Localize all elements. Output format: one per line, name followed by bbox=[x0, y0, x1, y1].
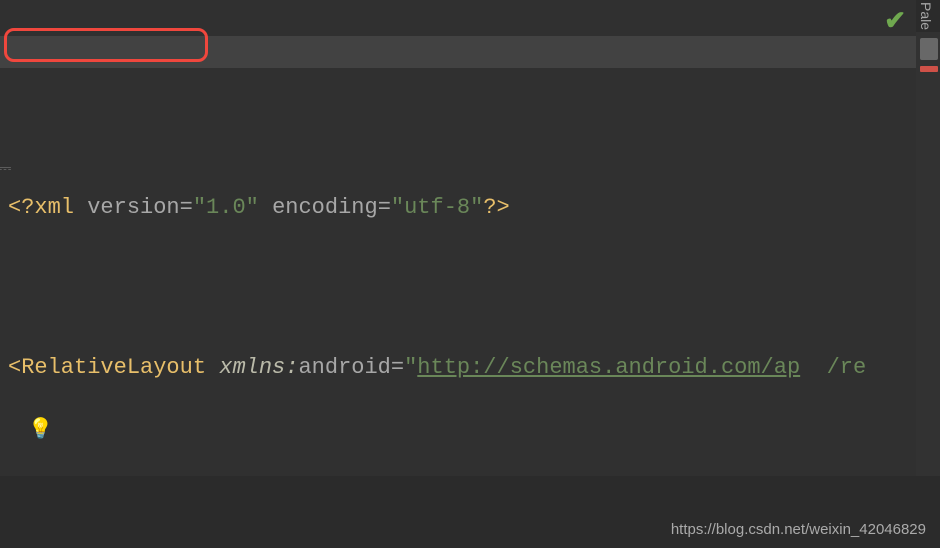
gutter-tag-icon: ⎓ bbox=[0, 160, 12, 178]
caret-line-highlight bbox=[0, 36, 916, 68]
attr-encoding: encoding bbox=[272, 195, 378, 220]
editor-right-rail[interactable] bbox=[916, 32, 940, 548]
attr-version: version bbox=[87, 195, 179, 220]
lightbulb-icon[interactable]: 💡 bbox=[28, 416, 53, 442]
checkmark-icon[interactable]: ✔ bbox=[884, 6, 906, 37]
attr-xmlns: xmlns bbox=[219, 355, 285, 380]
code-editor[interactable]: <?xml version="1.0" encoding="utf-8"?> <… bbox=[0, 0, 916, 548]
tag-relative-layout: RelativeLayout bbox=[21, 355, 206, 380]
code-line: <?xml version="1.0" encoding="utf-8"?> bbox=[0, 192, 916, 224]
attr-url-value: http://schemas.android.com/ap bbox=[417, 355, 800, 380]
watermark-text: https://blog.csdn.net/weixin_42046829 bbox=[671, 521, 926, 538]
code-line: <RelativeLayout xmlns:android="http://sc… bbox=[0, 352, 916, 384]
attr-value: utf-8 bbox=[404, 195, 470, 220]
palette-label[interactable]: Pale bbox=[918, 2, 934, 30]
scrollbar-thumb[interactable] bbox=[920, 38, 938, 60]
xml-decl-close: ?> bbox=[483, 195, 509, 220]
attr-value: 1.0 bbox=[206, 195, 246, 220]
xml-decl-tag: xml bbox=[34, 195, 74, 220]
error-marker[interactable] bbox=[920, 66, 938, 72]
editor-gutter: ⎓ bbox=[0, 0, 12, 548]
